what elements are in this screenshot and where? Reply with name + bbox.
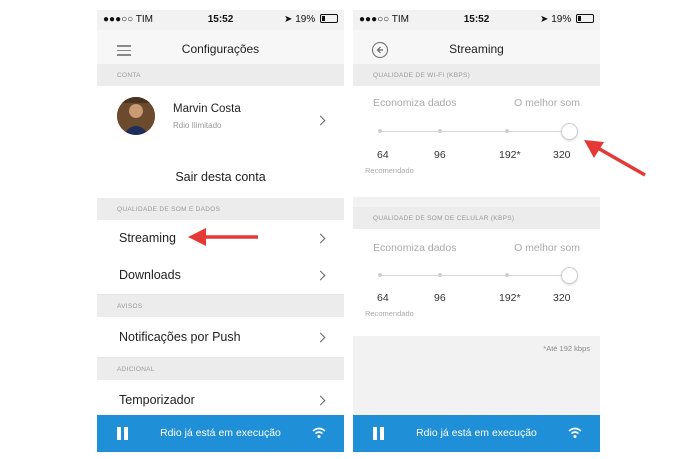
tick-label: 320 — [553, 149, 571, 161]
logout-row[interactable]: Sair desta conta — [97, 156, 344, 199]
status-bar: ●●●○○ TIM 15:52 ➤ 19% — [353, 10, 600, 30]
wifi-icon[interactable] — [568, 427, 582, 439]
section-header-cellular: QUALIDADE DE SOM DE CELULAR (KBPS) — [353, 207, 600, 229]
cellular-quality-slider[interactable]: Economiza dados O melhor som 64 96 192* … — [353, 229, 600, 336]
avatar — [117, 97, 155, 135]
battery-percent: 19% — [295, 14, 316, 25]
best-sound-caption: O melhor som — [514, 242, 580, 254]
battery-indicator: ➤ 19% — [284, 14, 338, 25]
wifi-icon[interactable] — [312, 427, 326, 439]
slider-track[interactable] — [379, 131, 569, 132]
status-bar: ●●●○○ TIM 15:52 ➤ 19% — [97, 10, 344, 30]
slider-track[interactable] — [379, 275, 569, 276]
slider-stop-64[interactable] — [378, 129, 382, 133]
chevron-right-icon — [315, 233, 326, 244]
settings-item-label: Temporizador — [119, 393, 195, 407]
annotation-arrow-icon — [584, 140, 646, 177]
battery-icon — [576, 14, 594, 23]
slider-stop-96[interactable] — [438, 129, 442, 133]
tick-label: 64 — [377, 149, 389, 161]
chevron-right-icon — [315, 115, 326, 126]
profile-row[interactable]: Marvin Costa Rdio Ilimitado — [97, 86, 344, 157]
now-playing-bar[interactable]: Rdio já está em execução — [97, 415, 344, 452]
location-icon: ➤ — [540, 14, 549, 25]
settings-item-label: Downloads — [119, 268, 181, 282]
slider-stop-192[interactable] — [505, 129, 509, 133]
economy-caption: Economiza dados — [373, 97, 457, 109]
slider-stop-64[interactable] — [378, 273, 382, 277]
best-sound-caption: O melhor som — [514, 97, 580, 109]
recommended-note: Recomendado — [365, 309, 414, 318]
streaming-screen: ●●●○○ TIM 15:52 ➤ 19% Streaming QUALIDAD… — [353, 10, 600, 452]
section-header-quality: QUALIDADE DE SOM E DADOS — [97, 198, 344, 220]
recommended-note: Recomendado — [365, 166, 414, 175]
tick-label: 96 — [434, 149, 446, 161]
slider-stop-96[interactable] — [438, 273, 442, 277]
tick-label: 192* — [499, 149, 521, 161]
now-playing-bar[interactable]: Rdio já está em execução — [353, 415, 600, 452]
profile-name: Marvin Costa — [173, 103, 241, 115]
page-title: Streaming — [449, 42, 504, 56]
slider-stop-192[interactable] — [505, 273, 509, 277]
footnote: *Até 192 kbps — [543, 344, 590, 353]
annotation-arrow-icon — [188, 228, 258, 246]
slider-thumb[interactable] — [561, 267, 578, 284]
tick-label: 320 — [553, 292, 571, 304]
section-header-adicional: ADICIONAL — [97, 358, 344, 380]
tick-label: 192* — [499, 292, 521, 304]
settings-item-label: Streaming — [119, 231, 176, 245]
section-header-wifi: QUALIDADE DE WI-FI (KBPS) — [353, 64, 600, 86]
settings-item-downloads[interactable]: Downloads — [97, 257, 344, 295]
settings-item-label: Notificações por Push — [119, 330, 241, 344]
battery-indicator: ➤ 19% — [540, 14, 594, 25]
location-icon: ➤ — [284, 14, 293, 25]
slider-thumb[interactable] — [561, 123, 578, 140]
section-header-conta: CONTA — [97, 64, 344, 86]
player-status: Rdio já está em execução — [416, 427, 537, 439]
page-title: Configurações — [181, 42, 260, 56]
tick-label: 64 — [377, 292, 389, 304]
chevron-right-icon — [315, 395, 326, 406]
logout-button[interactable]: Sair desta conta — [97, 170, 344, 184]
battery-icon — [320, 14, 338, 23]
wifi-quality-slider[interactable]: Economiza dados O melhor som 64 96 192* … — [353, 86, 600, 197]
economy-caption: Economiza dados — [373, 242, 457, 254]
player-status: Rdio já está em execução — [160, 427, 281, 439]
battery-percent: 19% — [551, 14, 572, 25]
section-header-avisos: AVISOS — [97, 295, 344, 317]
chevron-right-icon — [315, 332, 326, 343]
chevron-right-icon — [315, 270, 326, 281]
profile-plan: Rdio Ilimitado — [173, 121, 222, 130]
settings-item-push[interactable]: Notificações por Push — [97, 317, 344, 358]
tick-label: 96 — [434, 292, 446, 304]
